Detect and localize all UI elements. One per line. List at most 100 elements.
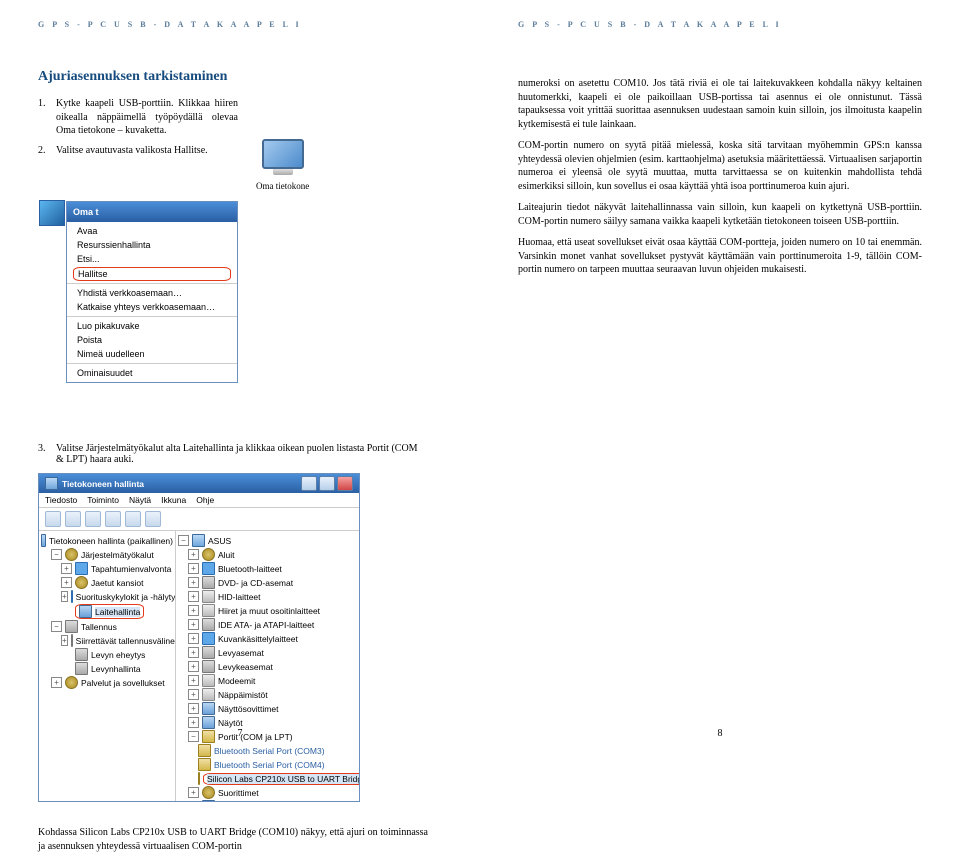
- rtree-monitors[interactable]: Näytöt: [218, 718, 243, 728]
- toolbar-up-icon[interactable]: [85, 511, 101, 527]
- expand-icon[interactable]: +: [61, 635, 68, 646]
- expand-icon[interactable]: +: [188, 647, 199, 658]
- rtree-bluetooth[interactable]: Bluetooth-laitteet: [218, 564, 282, 574]
- rtree-root[interactable]: ASUS: [208, 536, 231, 546]
- step1-text: Kytke kaapeli USB-porttiin. Klikkaa hiir…: [56, 97, 238, 138]
- menu-divider: [67, 316, 237, 317]
- expand-icon[interactable]: +: [188, 717, 199, 728]
- menu-item-search[interactable]: Etsi...: [67, 252, 237, 266]
- menu-item-connect-netdrive[interactable]: Yhdistä verkkoasemaan…: [67, 286, 237, 300]
- rtree-disk[interactable]: Levyasemat: [218, 648, 264, 658]
- defrag-icon: [75, 648, 88, 661]
- maximize-button[interactable]: [319, 476, 335, 491]
- rtree-floppy[interactable]: Levykeasemat: [218, 662, 273, 672]
- tools-icon: [65, 548, 78, 561]
- paragraph-4: Huomaa, että useat sovellukset eivät osa…: [518, 236, 922, 277]
- menu-item-rename[interactable]: Nimeä uudelleen: [67, 347, 237, 361]
- display-icon: [202, 702, 215, 715]
- expand-icon[interactable]: +: [188, 703, 199, 714]
- expand-icon[interactable]: +: [51, 677, 62, 688]
- tree-defrag[interactable]: Levyn eheytys: [91, 650, 145, 660]
- expand-icon[interactable]: +: [61, 563, 72, 574]
- collapse-icon[interactable]: −: [51, 621, 62, 632]
- removable-icon: [71, 634, 73, 647]
- my-computer-label: Oma tietokone: [256, 181, 309, 191]
- toolbar-help-icon[interactable]: [145, 511, 161, 527]
- step2-number: 2.: [38, 144, 56, 158]
- expand-icon[interactable]: +: [188, 577, 199, 588]
- expand-icon[interactable]: +: [188, 661, 199, 672]
- menu-item-manage-highlight: Hallitse: [73, 267, 231, 281]
- expand-icon[interactable]: +: [188, 633, 199, 644]
- toolbar-forward-icon[interactable]: [65, 511, 81, 527]
- toolbar-refresh-icon[interactable]: [125, 511, 141, 527]
- collapse-icon[interactable]: −: [178, 535, 189, 546]
- menu-item-manage[interactable]: Hallitse: [78, 269, 108, 279]
- tree-events[interactable]: Tapahtumienvalvonta: [91, 564, 171, 574]
- menu-action[interactable]: Toiminto: [87, 495, 119, 505]
- context-menu-header: Oma t: [73, 207, 99, 217]
- collapse-icon[interactable]: −: [51, 549, 62, 560]
- expand-icon[interactable]: +: [188, 591, 199, 602]
- tree-storage[interactable]: Tallennus: [81, 622, 117, 632]
- close-button[interactable]: [337, 476, 353, 491]
- tree-diskmgmt[interactable]: Levynhallinta: [91, 664, 141, 674]
- expand-icon[interactable]: +: [188, 563, 199, 574]
- bottom-paragphysically: Kohdassa Silicon Labs CP210x USB to UART…: [38, 826, 428, 853]
- menu-help[interactable]: Ohje: [196, 495, 214, 505]
- rtree-keyboard[interactable]: Näppäimistöt: [218, 690, 268, 700]
- tree-perf[interactable]: Suorituskykylokit ja -hälytykset: [76, 592, 176, 602]
- tree-root[interactable]: Tietokoneen hallinta (paikallinen): [49, 536, 173, 546]
- expand-icon[interactable]: +: [61, 577, 72, 588]
- expand-icon[interactable]: +: [61, 591, 68, 602]
- rtree-ide[interactable]: IDE ATA- ja ATAPI-laitteet: [218, 620, 314, 630]
- menu-file[interactable]: Tiedosto: [45, 495, 77, 505]
- step3-number: 3.: [38, 443, 56, 465]
- expand-icon[interactable]: +: [188, 605, 199, 616]
- rtree-dvd[interactable]: DVD- ja CD-asemat: [218, 578, 293, 588]
- cpu-icon: [202, 786, 215, 799]
- rtree-btserial1[interactable]: Bluetooth Serial Port (COM3): [214, 746, 325, 756]
- rtree-mice[interactable]: Hiiret ja muut osoitinlaitteet: [218, 606, 320, 616]
- step3-text: Valitse Järjestelmätyökalut alta Laiteha…: [56, 443, 426, 465]
- rtree-modem[interactable]: Modeemit: [218, 676, 255, 686]
- menu-view[interactable]: Näytä: [129, 495, 151, 505]
- menu-item-open[interactable]: Avaa: [67, 224, 237, 238]
- bluetooth-icon: [202, 562, 215, 575]
- menu-window[interactable]: Ikkuna: [161, 495, 186, 505]
- expand-icon[interactable]: +: [188, 549, 199, 560]
- tree-systools[interactable]: Järjestelmätyökalut: [81, 550, 154, 560]
- page-header-right: G P S - P C U S B - D A T A K A A P E L …: [518, 20, 922, 29]
- section-title: Ajuriasennuksen tarkistaminen: [38, 69, 442, 85]
- tree-services[interactable]: Palvelut ja sovellukset: [81, 678, 165, 688]
- floppy-icon: [202, 660, 215, 673]
- menu-item-properties[interactable]: Ominaisuudet: [67, 366, 237, 380]
- expand-icon[interactable]: +: [188, 675, 199, 686]
- toolbar-props-icon[interactable]: [105, 511, 121, 527]
- tree-removable[interactable]: Siirrettävät tallennusvälineet: [76, 636, 176, 646]
- event-icon: [75, 562, 88, 575]
- perf-icon: [71, 590, 73, 603]
- tree-device-manager[interactable]: Laitehallinta: [95, 607, 140, 617]
- rtree-aluit[interactable]: Aluit: [218, 550, 235, 560]
- menu-item-shortcut[interactable]: Luo pikakuvake: [67, 319, 237, 333]
- menu-item-disconnect-netdrive[interactable]: Katkaise yhteys verkkoasemaan…: [67, 300, 237, 314]
- rtree-imaging[interactable]: Kuvankäsittelylaitteet: [218, 634, 298, 644]
- menu-item-delete[interactable]: Poista: [67, 333, 237, 347]
- menu-item-explorer[interactable]: Resurssienhallinta: [67, 238, 237, 252]
- expand-icon[interactable]: +: [188, 787, 199, 798]
- minimize-button[interactable]: [301, 476, 317, 491]
- rtree-hid[interactable]: HID-laitteet: [218, 592, 261, 602]
- rtree-displayadapt[interactable]: Näyttösovittimet: [218, 704, 278, 714]
- right-tree: − ASUS + Aluit + Bluetooth-laitteet + DVD- j…: [176, 531, 359, 801]
- toolbar-back-icon[interactable]: [45, 511, 61, 527]
- expand-icon[interactable]: +: [188, 619, 199, 630]
- expand-icon[interactable]: +: [188, 689, 199, 700]
- rtree-btserial2[interactable]: Bluetooth Serial Port (COM4): [214, 760, 325, 770]
- shared-icon: [75, 576, 88, 589]
- device-manager-icon: [79, 605, 92, 618]
- rtree-cpu[interactable]: Suorittimet: [218, 788, 259, 798]
- tree-shared[interactable]: Jaetut kansiot: [91, 578, 143, 588]
- device-manager-window: Tietokoneen hallinta Tiedosto Toiminto N…: [38, 473, 360, 802]
- rtree-silicon[interactable]: Silicon Labs CP210x USB to UART Bridge (…: [207, 774, 359, 784]
